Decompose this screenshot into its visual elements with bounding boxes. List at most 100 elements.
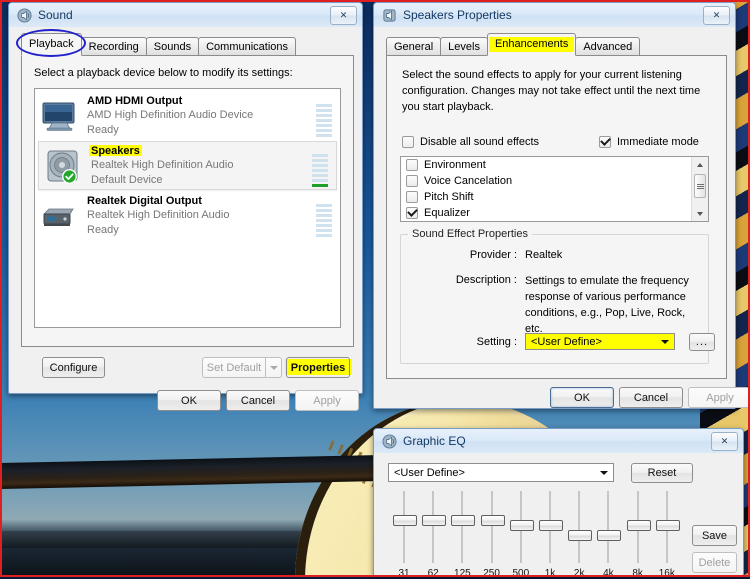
properties-tabstrip: General Levels Enhancements Advanced (386, 33, 641, 56)
eq-track-62[interactable] (432, 491, 435, 563)
eq-slider-500[interactable] (509, 519, 534, 531)
sound-effects-list[interactable]: Environment Voice Cancelation Pitch Shif… (400, 156, 709, 222)
set-default-label: Set Default (206, 361, 262, 374)
tab-recording[interactable]: Recording (80, 37, 147, 56)
equalizer-checkbox[interactable] (406, 207, 418, 219)
sound-dialog-close-button[interactable]: ✕ (330, 6, 357, 25)
eq-band-label-125: 125 (454, 568, 471, 579)
properties-dialog-body: General Levels Enhancements Advanced Sel… (374, 27, 750, 408)
eq-band-label-31: 31 (398, 568, 410, 579)
volume-meter-active (312, 145, 328, 187)
immediate-mode-label: Immediate mode (617, 136, 699, 148)
graphic-eq-close-button[interactable]: ✕ (711, 432, 738, 451)
sound-apply-button[interactable]: Apply (295, 390, 359, 411)
properties-ok-label: OK (574, 391, 590, 404)
eq-track-125[interactable] (461, 491, 464, 563)
tab-enhancements[interactable]: Enhancements (486, 33, 577, 56)
eq-slider-2k[interactable] (568, 530, 593, 542)
device-row-speakers[interactable]: Speakers Realtek High Definition Audio D… (38, 141, 337, 190)
eq-slider-4k[interactable] (597, 530, 622, 542)
sound-tabstrip: Playback Recording Sounds Communications (21, 33, 297, 56)
eq-band-label-1k: 1k (544, 568, 556, 579)
pitch-shift-checkbox[interactable] (406, 191, 418, 203)
disable-all-sound-effects-row[interactable]: Disable all sound effects (402, 136, 539, 148)
scroll-down-button[interactable] (692, 206, 708, 221)
eq-slider-8k[interactable] (626, 519, 651, 531)
effect-row-equalizer[interactable]: Equalizer (401, 205, 691, 221)
device-row-amd-hdmi-output[interactable]: AMD HDMI Output AMD High Definition Audi… (35, 92, 340, 139)
eq-slider-bank[interactable]: 31 62 125 250 500 1k 2k 4k 8k 16k (374, 453, 743, 579)
eq-track-4k[interactable] (607, 491, 610, 563)
eq-slider-16k[interactable] (655, 519, 680, 531)
effect-row-environment[interactable]: Environment (401, 157, 691, 173)
scroll-up-button[interactable] (692, 157, 708, 172)
properties-button[interactable]: Properties (286, 357, 350, 378)
monitor-icon (42, 102, 75, 131)
tab-advanced-label: Advanced (583, 41, 633, 53)
ellipsis-icon: ... (695, 336, 709, 348)
effect-row-pitch-shift[interactable]: Pitch Shift (401, 189, 691, 205)
environment-checkbox[interactable] (406, 159, 418, 171)
eq-delete-label: Delete (698, 556, 731, 569)
properties-apply-button[interactable]: Apply (688, 387, 750, 408)
scrollbar-thumb[interactable] (694, 174, 706, 198)
tab-general[interactable]: General (386, 37, 442, 56)
sound-ok-button[interactable]: OK (157, 390, 221, 411)
disable-all-checkbox[interactable] (402, 136, 414, 148)
sound-dialog-title: Sound (38, 8, 73, 22)
eq-band-label-8k: 8k (632, 568, 643, 579)
setting-combo-arrow[interactable] (657, 335, 673, 348)
device-status: Ready (87, 123, 119, 136)
sound-dialog: Sound ✕ Playback Recording Sounds Commun… (8, 2, 363, 411)
eq-slider-62[interactable] (422, 514, 447, 526)
tab-playback[interactable]: Playback (21, 33, 82, 56)
tab-advanced[interactable]: Advanced (575, 37, 641, 56)
tab-communications[interactable]: Communications (198, 37, 297, 56)
provider-value: Realtek (525, 249, 563, 261)
configure-button[interactable]: Configure (42, 357, 105, 378)
set-default-dropdown-button[interactable] (265, 357, 282, 378)
graphic-eq-dialog: Graphic EQ ✕ <User Define> Reset 31 62 125… (373, 428, 744, 579)
tab-communications-label: Communications (206, 41, 289, 53)
sound-cancel-button[interactable]: Cancel (226, 390, 290, 411)
eq-track-2k[interactable] (578, 491, 581, 563)
eq-slider-250[interactable] (480, 514, 505, 526)
tab-sounds[interactable]: Sounds (145, 37, 200, 56)
setting-value: <User Define> (531, 335, 602, 348)
eq-delete-button[interactable]: Delete (692, 552, 737, 573)
sound-ok-label: OK (181, 394, 197, 407)
properties-cancel-label: Cancel (633, 391, 669, 404)
immediate-mode-row[interactable]: Immediate mode (599, 136, 699, 148)
provider-label: Provider : (469, 249, 517, 261)
device-name: Realtek Digital Output (87, 194, 202, 207)
setting-combo[interactable]: <User Define> (525, 333, 675, 350)
eq-slider-125[interactable] (451, 514, 476, 526)
eq-save-button[interactable]: Save (692, 525, 737, 546)
eq-track-31[interactable] (403, 491, 405, 563)
set-default-button[interactable]: Set Default (202, 357, 265, 378)
equalizer-icon (382, 433, 397, 449)
immediate-mode-checkbox[interactable] (599, 136, 611, 148)
effect-label: Environment (424, 159, 486, 171)
eq-save-label: Save (701, 529, 728, 542)
tab-levels[interactable]: Levels (440, 37, 488, 56)
tab-recording-label: Recording (88, 41, 139, 53)
close-icon: ✕ (712, 10, 721, 20)
effects-scrollbar[interactable] (691, 157, 708, 221)
properties-label: Properties (290, 361, 346, 374)
eq-slider-31[interactable] (393, 514, 417, 526)
eq-track-250[interactable] (490, 491, 493, 563)
effect-row-voice-cancelation[interactable]: Voice Cancelation (401, 173, 691, 189)
eq-slider-1k[interactable] (539, 519, 563, 531)
properties-ok-button[interactable]: OK (550, 387, 614, 408)
volume-meter (316, 95, 332, 137)
voice-cancelation-checkbox[interactable] (406, 175, 418, 187)
properties-close-button[interactable]: ✕ (703, 6, 730, 25)
tab-sounds-label: Sounds (153, 41, 192, 53)
device-row-realtek-digital-output[interactable]: Realtek Digital Output Realtek High Defi… (35, 192, 340, 239)
effect-row-partial[interactable] (401, 221, 691, 222)
digital-output-icon (43, 208, 74, 226)
setting-browse-button[interactable]: ... (689, 333, 715, 351)
playback-device-list[interactable]: AMD HDMI Output AMD High Definition Audi… (34, 88, 341, 328)
properties-cancel-button[interactable]: Cancel (619, 387, 683, 408)
